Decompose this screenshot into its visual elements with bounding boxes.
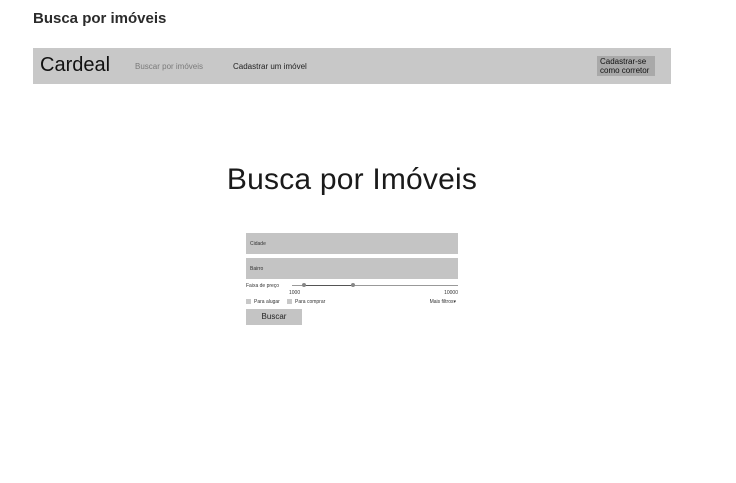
neighborhood-input[interactable]: Bairro [246, 258, 458, 279]
nav-link-search[interactable]: Buscar por imóveis [135, 62, 203, 71]
register-broker-label-line2: como corretor [600, 66, 650, 75]
price-range-label: Faixa de preço [246, 283, 280, 289]
rent-checkbox-label[interactable]: Para alugar [254, 299, 280, 305]
price-slider-max-handle[interactable] [351, 283, 355, 287]
more-filters-toggle[interactable]: Mais filtros▾ [430, 299, 456, 305]
navbar: Cardeal Buscar por imóveis Cadastrar um … [33, 48, 671, 84]
rent-checkbox[interactable] [246, 299, 251, 304]
search-button[interactable]: Buscar [246, 309, 302, 325]
price-max-value: 10000 [444, 290, 458, 296]
buy-checkbox[interactable] [287, 299, 292, 304]
search-form: Cidade Bairro Faixa de preço 1000 10000 … [246, 233, 458, 325]
hero-title: Busca por Imóveis [226, 163, 478, 196]
register-broker-label-line1: Cadastrar-se [600, 57, 647, 66]
page-title: Busca por imóveis [33, 10, 167, 27]
wireframe-mockup: Cardeal Buscar por imóveis Cadastrar um … [33, 48, 671, 338]
price-range: Faixa de preço 1000 10000 [246, 282, 458, 298]
register-broker-button[interactable]: Cadastrar-se como corretor [597, 56, 655, 76]
nav-link-register-property[interactable]: Cadastrar um imóvel [233, 62, 307, 71]
options-row: Para alugar Para comprar Mais filtros▾ [246, 298, 458, 308]
price-slider-fill [303, 285, 353, 286]
price-slider[interactable] [292, 283, 458, 287]
price-slider-min-handle[interactable] [302, 283, 306, 287]
brand-logo[interactable]: Cardeal [40, 54, 110, 77]
buy-checkbox-label[interactable]: Para comprar [295, 299, 325, 305]
city-input[interactable]: Cidade [246, 233, 458, 254]
more-filters-label: Mais filtros [429, 299, 454, 305]
chevron-down-icon: ▾ [453, 299, 456, 305]
price-min-value: 1000 [289, 290, 301, 296]
